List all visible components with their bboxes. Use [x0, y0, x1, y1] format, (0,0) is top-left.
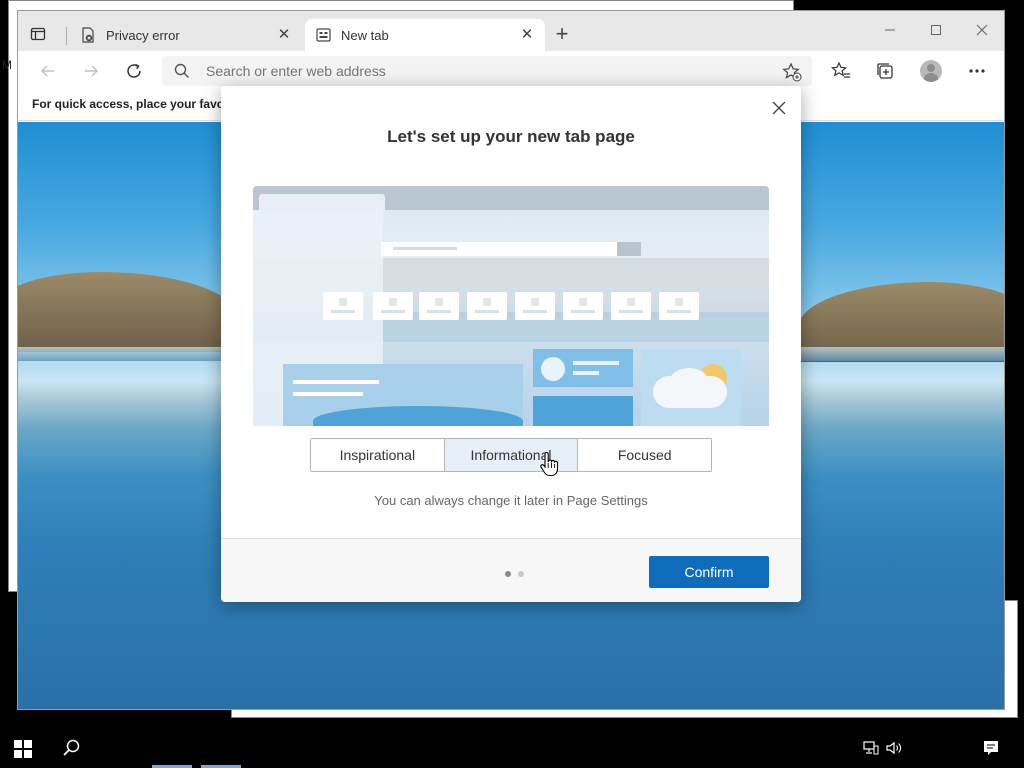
- arrow-right-icon: [85, 65, 99, 77]
- favorites-list-icon: [831, 61, 850, 78]
- taskbar-search-icon[interactable]: [62, 738, 82, 758]
- close-icon: [976, 24, 988, 36]
- new-tab-button[interactable]: +: [552, 23, 572, 45]
- refresh-icon: [127, 63, 141, 78]
- pagination-dot: [518, 571, 524, 577]
- privacy-error-icon: [80, 27, 96, 43]
- tab-privacy-error[interactable]: Privacy error ✕: [70, 19, 302, 51]
- layout-preview-image: [253, 186, 769, 426]
- close-icon: [772, 101, 786, 115]
- maximize-button[interactable]: [916, 17, 956, 43]
- favorites-button[interactable]: [829, 59, 853, 83]
- notifications-icon[interactable]: [982, 739, 1000, 757]
- option-inspirational[interactable]: Inspirational: [311, 439, 445, 471]
- collections-icon: [877, 63, 893, 79]
- dialog-hint-text: You can always change it later in Page S…: [374, 493, 648, 508]
- network-icon[interactable]: [862, 739, 880, 757]
- windows-taskbar: [0, 728, 1024, 768]
- settings-and-more-button[interactable]: [965, 59, 989, 83]
- tab-title: New tab: [341, 27, 389, 43]
- dialog-footer: Confirm: [221, 538, 801, 602]
- address-input[interactable]: [206, 60, 766, 82]
- background-window-text: M: [2, 58, 12, 72]
- avatar: [920, 60, 942, 82]
- close-window-button[interactable]: [962, 17, 1002, 43]
- windows-start-icon[interactable]: [14, 740, 32, 758]
- layout-option-selector: Inspirational Informational Focused: [310, 438, 712, 472]
- new-tab-setup-dialog: Let's set up your new tab page Inspirati…: [221, 86, 801, 602]
- tab-new-tab[interactable]: New tab ✕: [305, 19, 545, 51]
- star-add-icon: [782, 62, 802, 82]
- background-hill: [18, 272, 238, 352]
- confirm-button[interactable]: Confirm: [649, 556, 769, 588]
- add-to-favorites-button[interactable]: [782, 62, 802, 82]
- hand-pointer-cursor-icon: [540, 452, 559, 477]
- volume-icon[interactable]: [885, 739, 903, 757]
- back-button[interactable]: [36, 59, 60, 83]
- tab-title: Privacy error: [106, 27, 180, 43]
- forward-button[interactable]: [79, 59, 103, 83]
- profile-button[interactable]: [919, 59, 943, 83]
- search-icon: [174, 63, 189, 78]
- option-focused[interactable]: Focused: [578, 439, 712, 471]
- tab-actions-icon: [30, 27, 46, 41]
- new-tab-page-icon: [315, 27, 331, 43]
- browser-toolbar: [18, 51, 1004, 91]
- tab-actions-menu-button[interactable]: [28, 24, 48, 44]
- pagination-dot-active: [505, 571, 511, 577]
- maximize-icon: [931, 25, 941, 35]
- minimize-button[interactable]: [870, 17, 910, 43]
- address-bar[interactable]: [162, 56, 812, 86]
- collections-button[interactable]: [873, 59, 897, 83]
- tab-divider: [66, 27, 67, 45]
- dialog-title: Let's set up your new tab page: [387, 127, 635, 146]
- refresh-button[interactable]: [122, 59, 146, 83]
- close-tab-button[interactable]: ✕: [519, 27, 535, 43]
- more-icon: [969, 69, 985, 73]
- favorites-bar-hint: For quick access, place your favorit: [32, 97, 237, 111]
- minimize-icon: [885, 29, 895, 31]
- close-tab-button[interactable]: ✕: [276, 27, 292, 43]
- dialog-close-button[interactable]: [769, 98, 789, 118]
- arrow-left-icon: [40, 65, 54, 77]
- tab-strip: Privacy error ✕ New tab ✕ +: [18, 11, 1004, 51]
- pagination-dots: [505, 571, 524, 577]
